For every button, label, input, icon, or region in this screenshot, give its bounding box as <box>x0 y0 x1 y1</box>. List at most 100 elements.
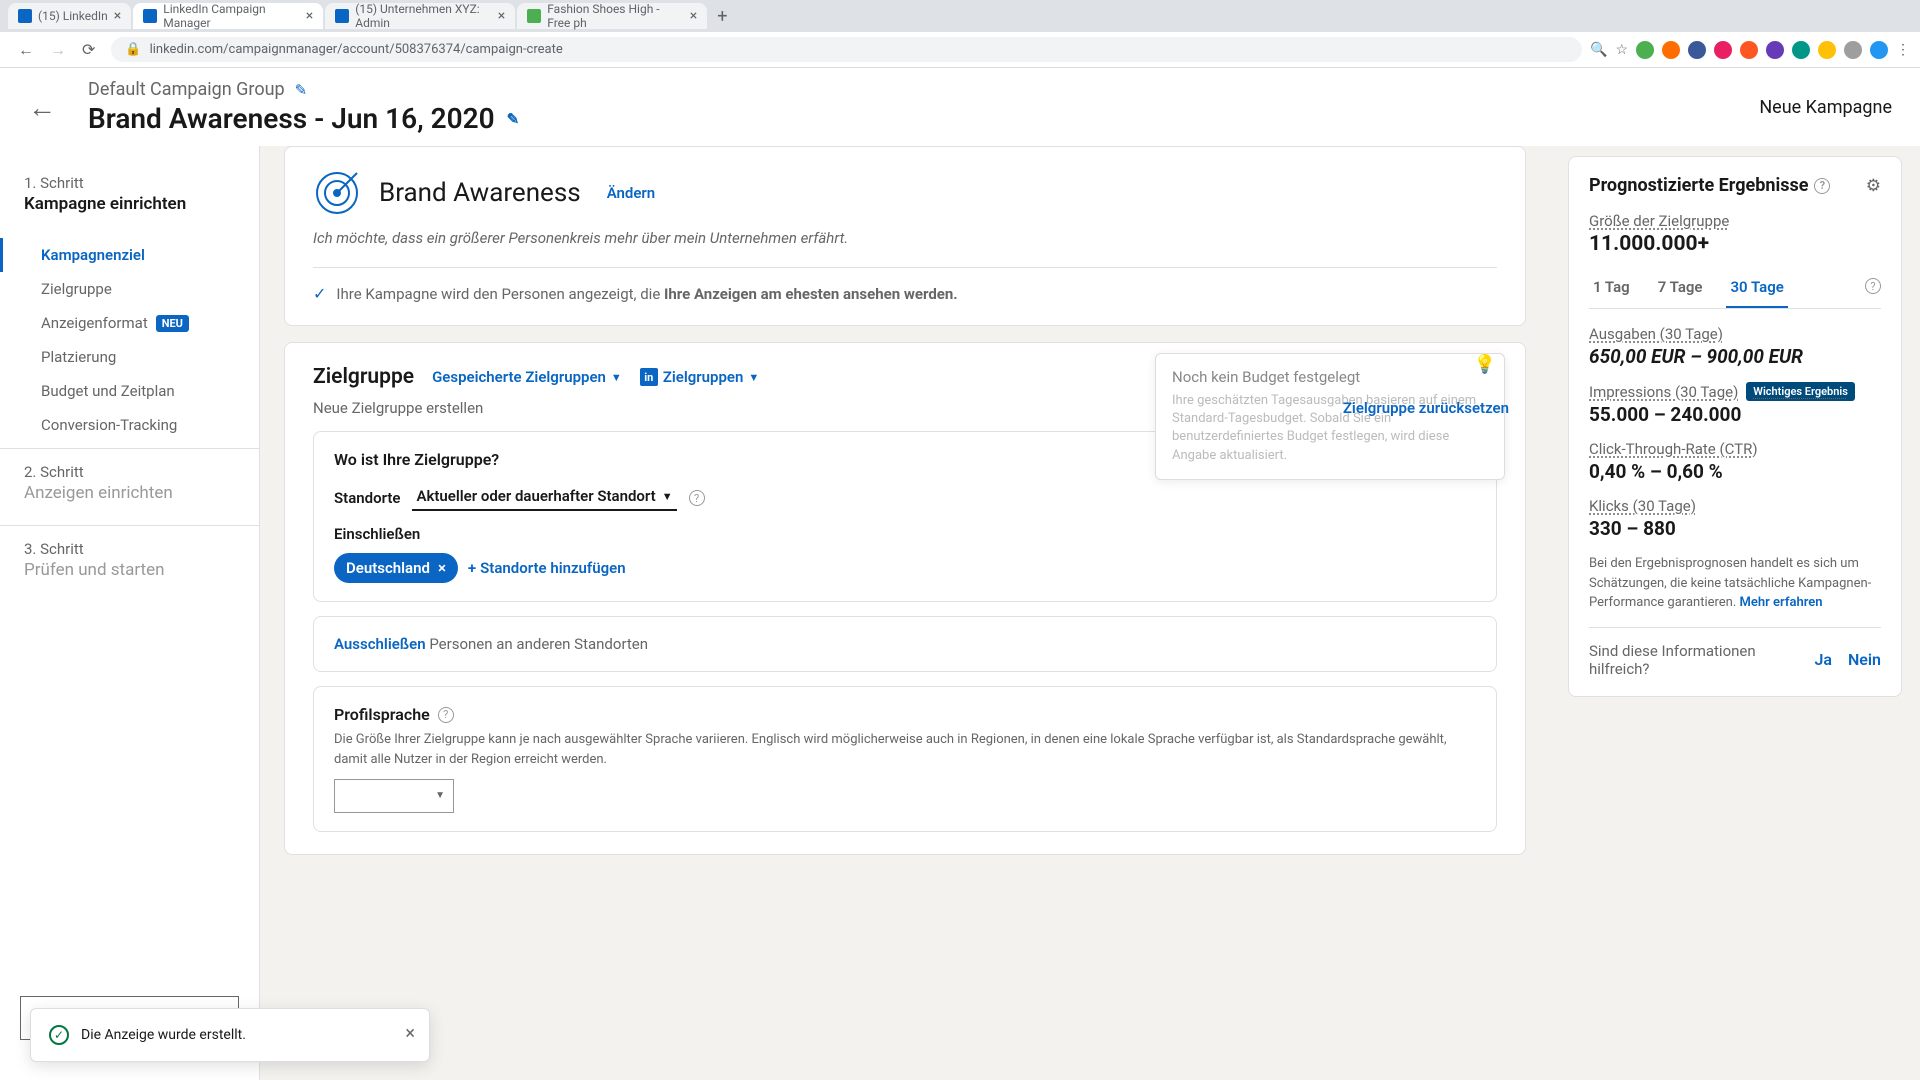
plus-icon: + <box>468 559 476 577</box>
locations-label: Standorte <box>334 489 400 507</box>
star-icon[interactable]: ☆ <box>1615 42 1628 58</box>
address-bar: ← → ⟳ 🔒linkedin.com/campaignmanager/acco… <box>0 32 1920 68</box>
sidebar: 1. Schritt Kampagne einrichten Kampagnen… <box>0 146 260 1080</box>
remove-chip-icon[interactable]: × <box>438 559 446 577</box>
toast-message: Die Anzeige wurde erstellt. <box>81 1027 246 1043</box>
key-result-badge: Wichtiges Ergebnis <box>1746 382 1855 401</box>
step-number: 2. Schritt <box>24 463 235 481</box>
back-icon[interactable]: ← <box>10 40 42 60</box>
tab-30-days[interactable]: 30 Tage <box>1726 272 1787 308</box>
location-type-dropdown[interactable]: Aktueller oder dauerhafter Standort▼ <box>412 485 676 511</box>
lightbulb-icon[interactable]: 💡 <box>1474 354 1496 375</box>
audiences-dropdown[interactable]: inZielgruppen▼ <box>640 368 759 386</box>
linkedin-icon: in <box>640 368 658 386</box>
profile-language-section: Profilsprache ? Die Größe Ihrer Zielgrup… <box>313 686 1497 832</box>
step-1: 1. Schritt Kampagne einrichten <box>0 166 259 230</box>
reload-icon[interactable]: ⟳ <box>74 40 103 59</box>
step-2[interactable]: 2. Schritt Anzeigen einrichten <box>0 455 259 519</box>
edit-icon[interactable]: ✎ <box>507 110 520 128</box>
help-icon[interactable]: ? <box>689 490 705 506</box>
favicon <box>335 9 349 23</box>
sidebar-item-kampagnenziel[interactable]: Kampagnenziel <box>0 238 259 272</box>
include-label: Einschließen <box>334 525 1476 543</box>
exclude-section[interactable]: Ausschließen Personen an anderen Standor… <box>313 616 1497 672</box>
gear-icon[interactable]: ⚙ <box>1866 176 1881 196</box>
browser-tab[interactable]: Fashion Shoes High - Free ph× <box>517 3 707 29</box>
extension-icon[interactable] <box>1688 41 1706 59</box>
avatar-icon[interactable] <box>1870 41 1888 59</box>
browser-tab-active[interactable]: LinkedIn Campaign Manager× <box>133 3 323 29</box>
step-3[interactable]: 3. Schritt Prüfen und starten <box>0 532 259 596</box>
close-icon[interactable]: × <box>405 1023 415 1044</box>
helpful-no-button[interactable]: Nein <box>1848 650 1881 669</box>
change-link[interactable]: Ändern <box>607 184 656 202</box>
step-number: 3. Schritt <box>24 540 235 558</box>
close-icon[interactable]: × <box>498 8 505 24</box>
location-chip: Deutschland× <box>334 553 458 583</box>
help-icon[interactable]: ? <box>438 707 454 723</box>
extension-icon[interactable] <box>1844 41 1862 59</box>
extension-icon[interactable] <box>1662 41 1680 59</box>
ctr-metric: Click-Through-Rate (CTR) 0,40 % – 0,60 % <box>1589 440 1881 483</box>
new-badge: NEU <box>156 315 189 332</box>
exclude-text: Personen an anderen Standorten <box>426 635 648 653</box>
success-toast: ✓ Die Anzeige wurde erstellt. × <box>30 1008 430 1062</box>
audience-card: Zielgruppe Gespeicherte Zielgruppen▼ inZ… <box>284 342 1526 855</box>
tab-1-day[interactable]: 1 Tag <box>1589 272 1634 308</box>
extension-icon[interactable] <box>1818 41 1836 59</box>
close-icon[interactable]: × <box>114 8 121 24</box>
forward-icon[interactable]: → <box>42 40 74 60</box>
sidebar-item-anzeigenformat[interactable]: AnzeigenformatNEU <box>0 306 259 340</box>
extension-icon[interactable] <box>1714 41 1732 59</box>
profile-language-label: Profilsprache <box>334 705 430 724</box>
sidebar-item-conversion[interactable]: Conversion-Tracking <box>0 408 259 442</box>
spend-metric: Ausgaben (30 Tage) 650,00 EUR – 900,00 E… <box>1589 325 1881 368</box>
new-tab-button[interactable]: + <box>709 6 735 27</box>
favicon <box>18 9 32 23</box>
step-title: Prüfen und starten <box>24 560 235 580</box>
main-content: Brand Awareness Ändern Ich möchte, dass … <box>260 146 1550 1080</box>
browser-tab[interactable]: (15) LinkedIn× <box>8 3 131 29</box>
browser-tab[interactable]: (15) Unternehmen XYZ: Admin× <box>325 3 515 29</box>
close-icon[interactable]: × <box>306 8 313 24</box>
forecast-tabs: 1 Tag 7 Tage 30 Tage ? <box>1589 272 1881 309</box>
helpful-yes-button[interactable]: Ja <box>1814 650 1832 669</box>
objective-card: Brand Awareness Ändern Ich möchte, dass … <box>284 146 1526 326</box>
edit-icon[interactable]: ✎ <box>295 81 308 99</box>
extension-icon[interactable] <box>1766 41 1784 59</box>
audience-title: Zielgruppe <box>313 365 414 389</box>
back-arrow-icon[interactable]: ← <box>28 91 56 124</box>
lock-icon: 🔒 <box>125 42 141 57</box>
helpful-question: Sind diese Informationen hilfreich? <box>1589 642 1798 678</box>
help-icon[interactable]: ? <box>1814 178 1830 194</box>
sidebar-item-budget[interactable]: Budget und Zeitplan <box>0 374 259 408</box>
help-icon[interactable]: ? <box>1865 278 1881 294</box>
profile-language-desc: Die Größe Ihrer Zielgruppe kann je nach … <box>334 730 1476 769</box>
tab-7-days[interactable]: 7 Tage <box>1654 272 1707 308</box>
extension-icon[interactable] <box>1636 41 1654 59</box>
audience-size-label: Größe der Zielgruppe <box>1589 212 1881 230</box>
language-dropdown[interactable] <box>334 779 454 813</box>
check-circle-icon: ✓ <box>313 284 326 303</box>
saved-audiences-dropdown[interactable]: Gespeicherte Zielgruppen▼ <box>432 368 622 386</box>
reset-audience-link[interactable]: Zielgruppe zurücksetzen <box>1343 399 1509 417</box>
extension-icon[interactable] <box>1792 41 1810 59</box>
tooltip-title: Noch kein Budget festgelegt <box>1172 368 1488 386</box>
browser-tab-strip: (15) LinkedIn× LinkedIn Campaign Manager… <box>0 0 1920 32</box>
zoom-icon[interactable]: 🔍 <box>1590 42 1607 58</box>
menu-icon[interactable]: ⋮ <box>1896 42 1910 58</box>
favicon <box>143 9 157 23</box>
add-location-button[interactable]: +Standorte hinzufügen <box>468 559 626 577</box>
sidebar-item-platzierung[interactable]: Platzierung <box>0 340 259 374</box>
extension-icons: 🔍 ☆ ⋮ <box>1590 41 1910 59</box>
sidebar-item-zielgruppe[interactable]: Zielgruppe <box>0 272 259 306</box>
close-icon[interactable]: × <box>690 8 697 24</box>
url-input[interactable]: 🔒linkedin.com/campaignmanager/account/50… <box>111 37 1582 62</box>
forecast-panel: Prognostizierte Ergebnisse? ⚙ Größe der … <box>1550 146 1920 1080</box>
learn-more-link[interactable]: Mehr erfahren <box>1740 595 1823 610</box>
step-title: Kampagne einrichten <box>24 194 235 214</box>
app-header: ← Default Campaign Group✎ Brand Awarenes… <box>0 68 1920 146</box>
forecast-disclaimer: Bei den Ergebnisprognosen handelt es sic… <box>1589 554 1881 613</box>
step-title: Anzeigen einrichten <box>24 483 235 503</box>
extension-icon[interactable] <box>1740 41 1758 59</box>
